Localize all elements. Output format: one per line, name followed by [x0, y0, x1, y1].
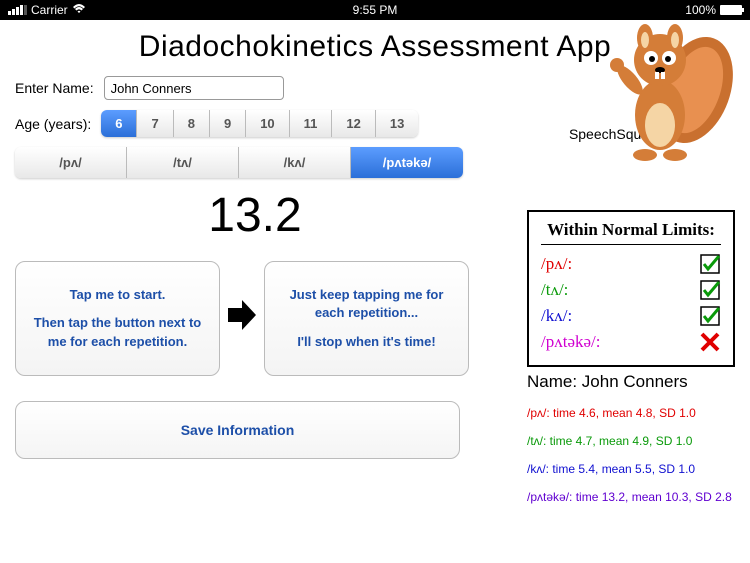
- result-line: /tʌ/: time 4.7, mean 4.9, SD 1.0: [527, 434, 735, 448]
- wifi-icon: [72, 3, 86, 17]
- wnl-phoneme-label: /pʌ/:: [541, 254, 572, 274]
- wnl-row: /pʌtəkə/:: [541, 329, 721, 355]
- phoneme-option[interactable]: /tʌ/: [127, 147, 239, 178]
- wnl-row: /tʌ/:: [541, 277, 721, 303]
- timer-display: 13.2: [125, 188, 385, 243]
- arrow-right-icon: [228, 298, 256, 340]
- tap-button[interactable]: Just keep tapping me for each repetition…: [264, 261, 469, 376]
- age-option-8[interactable]: 8: [174, 110, 210, 137]
- phoneme-option[interactable]: /pʌtəkə/: [351, 147, 463, 178]
- result-line: /pʌ/: time 4.6, mean 4.8, SD 1.0: [527, 406, 735, 420]
- age-option-7[interactable]: 7: [137, 110, 173, 137]
- age-label: Age (years):: [15, 116, 91, 132]
- phoneme-option[interactable]: /pʌ/: [15, 147, 127, 178]
- signal-icon: [8, 5, 27, 15]
- wnl-row: /pʌ/:: [541, 251, 721, 277]
- save-button[interactable]: Save Information: [15, 401, 460, 459]
- tap-line1: Just keep tapping me for each repetition…: [275, 286, 458, 322]
- tap-line2: I'll stop when it's time!: [275, 333, 458, 351]
- wnl-phoneme-label: /tʌ/:: [541, 280, 568, 300]
- name-input[interactable]: [104, 76, 284, 100]
- wnl-box: Within Normal Limits: /pʌ/: /tʌ/: /kʌ/: /pʌ…: [527, 210, 735, 367]
- start-line1: Tap me to start.: [26, 286, 209, 304]
- start-line2: Then tap the button next to me for each …: [26, 314, 209, 350]
- wnl-title: Within Normal Limits:: [541, 220, 721, 245]
- squirrel-mascot-icon: [605, 10, 735, 170]
- age-option-10[interactable]: 10: [246, 110, 289, 137]
- checkmark-icon: [699, 305, 721, 327]
- phoneme-segmented: /pʌ//tʌ//kʌ//pʌtəkə/: [15, 147, 463, 178]
- name-label: Enter Name:: [15, 80, 94, 96]
- result-line: /kʌ/: time 5.4, mean 5.5, SD 1.0: [527, 462, 735, 476]
- results-panel: Name: John Conners /pʌ/: time 4.6, mean …: [527, 372, 735, 518]
- start-button[interactable]: Tap me to start. Then tap the button nex…: [15, 261, 220, 376]
- x-icon: [699, 331, 721, 353]
- age-option-6[interactable]: 6: [101, 110, 137, 137]
- result-line: /pʌtəkə/: time 13.2, mean 10.3, SD 2.8: [527, 490, 735, 504]
- carrier-label: Carrier: [31, 3, 68, 17]
- age-option-9[interactable]: 9: [210, 110, 246, 137]
- clock: 9:55 PM: [353, 3, 398, 17]
- wnl-row: /kʌ/:: [541, 303, 721, 329]
- age-option-13[interactable]: 13: [376, 110, 418, 137]
- age-segmented: 678910111213: [101, 110, 418, 137]
- age-option-12[interactable]: 12: [332, 110, 375, 137]
- phoneme-option[interactable]: /kʌ/: [239, 147, 351, 178]
- results-name: Name: John Conners: [527, 372, 735, 392]
- age-option-11[interactable]: 11: [290, 110, 333, 137]
- wnl-phoneme-label: /pʌtəkə/:: [541, 332, 600, 352]
- checkmark-icon: [699, 253, 721, 275]
- checkmark-icon: [699, 279, 721, 301]
- wnl-phoneme-label: /kʌ/:: [541, 306, 572, 326]
